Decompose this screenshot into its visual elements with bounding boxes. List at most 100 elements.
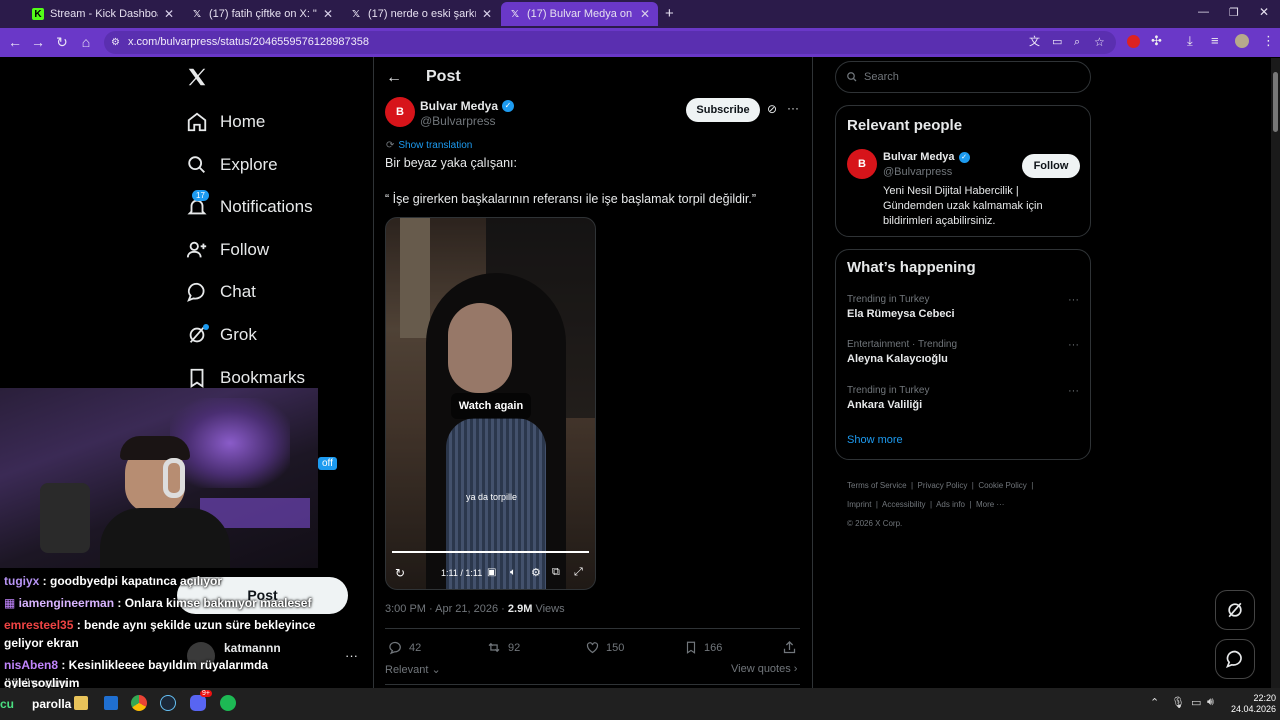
tab-kick[interactable]: K Stream - Kick Dashboard ✕ [24, 2, 182, 26]
taskbar-search-text[interactable]: parolla [32, 697, 71, 711]
footer-link[interactable]: Terms of Service [847, 481, 907, 490]
footer-link[interactable]: Cookie Policy [978, 481, 1026, 490]
cast-icon[interactable]: ▭ [1052, 31, 1062, 54]
nav-home[interactable]: Home [186, 107, 265, 137]
more-icon[interactable]: ··· [345, 648, 358, 663]
bookmark-count: 166 [704, 641, 723, 654]
restore-button[interactable]: ❐ [1229, 6, 1239, 19]
back-arrow-icon[interactable]: ← [6, 34, 24, 50]
bookmark-button[interactable]: 166 [684, 640, 722, 655]
video-player[interactable]: Watch again ya da torpille ↻ 1:11 / 1:11… [385, 217, 596, 590]
bookmark-star-icon[interactable]: ☆ [1094, 31, 1105, 54]
tab-x-active[interactable]: 𝕏 (17) Bulvar Medya on X: "Bir be ✕ [501, 2, 658, 26]
microphone-icon[interactable]: 🎙︎ [1171, 696, 1185, 709]
nav-follow[interactable]: Follow [186, 235, 269, 265]
more-icon[interactable]: ··· [1068, 385, 1079, 397]
settings-gear-icon[interactable]: ⚙ [531, 566, 541, 579]
discord-icon[interactable]: 9+ [190, 690, 212, 711]
person-avatar[interactable]: B [847, 149, 877, 179]
trend-item[interactable]: Trending in Turkey Ankara Valiliği ··· [847, 385, 1079, 411]
captions-icon[interactable]: ▣ [487, 567, 496, 578]
extensions-puzzle-icon[interactable]: ✣ [1151, 33, 1162, 49]
watch-again-button[interactable]: Watch again [451, 393, 531, 419]
video-progress-track[interactable] [392, 551, 589, 553]
fullscreen-icon[interactable]: ⤢ [574, 566, 583, 579]
home-icon[interactable]: ⌂ [77, 34, 95, 50]
more-icon[interactable]: ··· [1068, 339, 1079, 351]
subscribe-button[interactable]: Subscribe [686, 98, 760, 122]
new-tab-button[interactable]: + [665, 5, 674, 22]
person-handle[interactable]: @Bulvarpress [883, 166, 952, 178]
x-logo-icon[interactable] [186, 66, 208, 93]
volume-icon[interactable]: 🔊︎ [1207, 696, 1214, 709]
close-icon[interactable]: ✕ [482, 7, 492, 21]
like-button[interactable]: 150 [585, 640, 624, 655]
trend-item[interactable]: Trending in Turkey Ela Rümeysa Cebeci ··… [847, 294, 1079, 320]
bookmark-icon [686, 641, 696, 654]
follow-button[interactable]: Follow [1022, 154, 1080, 178]
spotify-icon[interactable] [220, 695, 236, 711]
trend-item[interactable]: Entertainment · Trending Aleyna Kalaycıo… [847, 339, 1079, 365]
clock[interactable]: 22:20 24.04.2026 [1230, 693, 1276, 715]
scrollbar[interactable] [1271, 58, 1280, 688]
forward-arrow-icon[interactable]: → [29, 34, 47, 50]
author-name[interactable]: Bulvar Medya ✓ [420, 99, 515, 113]
tray-chevron-icon[interactable]: ⌃ [1150, 696, 1159, 709]
footer-link[interactable]: Ads info [936, 500, 965, 509]
steam-icon[interactable] [160, 695, 176, 711]
taskbar-widget[interactable]: cu [0, 697, 14, 711]
show-more-link[interactable]: Show more [847, 434, 903, 446]
tab-x-1[interactable]: 𝕏 (17) fatih çiftke on X: "beşiktaş ✕ [183, 2, 341, 26]
repost-button[interactable]: 92 [486, 640, 520, 655]
author-avatar[interactable]: B [385, 97, 415, 127]
background-light [170, 398, 290, 488]
minimize-button[interactable]: — [1198, 6, 1209, 18]
reload-icon[interactable]: ↻ [53, 34, 71, 51]
download-icon[interactable]: ⤓ [1187, 33, 1193, 49]
back-arrow-icon[interactable]: ← [386, 69, 402, 87]
file-explorer-icon[interactable] [74, 696, 88, 710]
reply-button[interactable]: 42 [388, 640, 421, 655]
site-info-icon[interactable]: ⚙ [111, 31, 120, 54]
pip-icon[interactable]: ⧉ [552, 566, 560, 579]
view-quotes-link[interactable]: View quotes › [731, 663, 797, 675]
show-translation-link[interactable]: ⟳ Show translation [386, 140, 472, 151]
zoom-icon[interactable]: ⌕ [1074, 31, 1080, 54]
chrome-icon[interactable] [131, 695, 147, 711]
volume-icon[interactable]: 🔈︎ [510, 567, 516, 578]
close-window-button[interactable]: ✕ [1259, 5, 1269, 19]
footer-link[interactable]: Privacy Policy [918, 481, 968, 490]
scrollbar-thumb[interactable] [1273, 72, 1278, 132]
grok-icon[interactable]: ⊘ [767, 102, 777, 116]
more-icon[interactable]: ··· [787, 101, 799, 115]
extension-icon[interactable] [1127, 35, 1140, 48]
microphone [40, 483, 90, 553]
author-handle[interactable]: @Bulvarpress [420, 114, 496, 128]
translate-icon[interactable]: 文 [1029, 31, 1040, 54]
close-icon[interactable]: ✕ [164, 7, 174, 21]
tab-x-2[interactable]: 𝕏 (17) nerde o eski şarkılar on X: ✕ [342, 2, 500, 26]
close-icon[interactable]: ✕ [323, 7, 333, 21]
menu-icon[interactable]: ⋮ [1262, 33, 1275, 49]
reading-list-icon[interactable]: ≡ [1211, 33, 1219, 48]
sort-dropdown[interactable]: Relevant ⌄ [385, 663, 441, 676]
replay-icon[interactable]: ↻ [395, 566, 405, 580]
search-input[interactable]: Search [835, 61, 1091, 93]
nav-chat[interactable]: Chat [186, 277, 256, 307]
grok-floating-button[interactable] [1215, 590, 1255, 630]
profile-avatar[interactable] [1235, 34, 1249, 48]
outlook-icon[interactable] [104, 696, 118, 710]
network-icon[interactable]: ▭ [1191, 696, 1201, 709]
more-icon[interactable]: ··· [1068, 294, 1079, 306]
close-icon[interactable]: ✕ [640, 7, 650, 21]
nav-grok[interactable]: Grok [186, 320, 257, 350]
share-button[interactable] [782, 640, 803, 655]
footer-link[interactable]: More ··· [976, 500, 1004, 509]
nav-explore[interactable]: Explore [186, 150, 278, 180]
footer-link[interactable]: Accessibility [882, 500, 926, 509]
messages-floating-button[interactable] [1215, 639, 1255, 679]
person-name[interactable]: Bulvar Medya ✓ [883, 151, 970, 163]
footer-link[interactable]: Imprint [847, 500, 871, 509]
url-field[interactable]: ⚙ x.com/bulvarpress/status/2046559576128… [104, 31, 1116, 54]
nav-notifications[interactable]: 17 Notifications [186, 190, 313, 222]
